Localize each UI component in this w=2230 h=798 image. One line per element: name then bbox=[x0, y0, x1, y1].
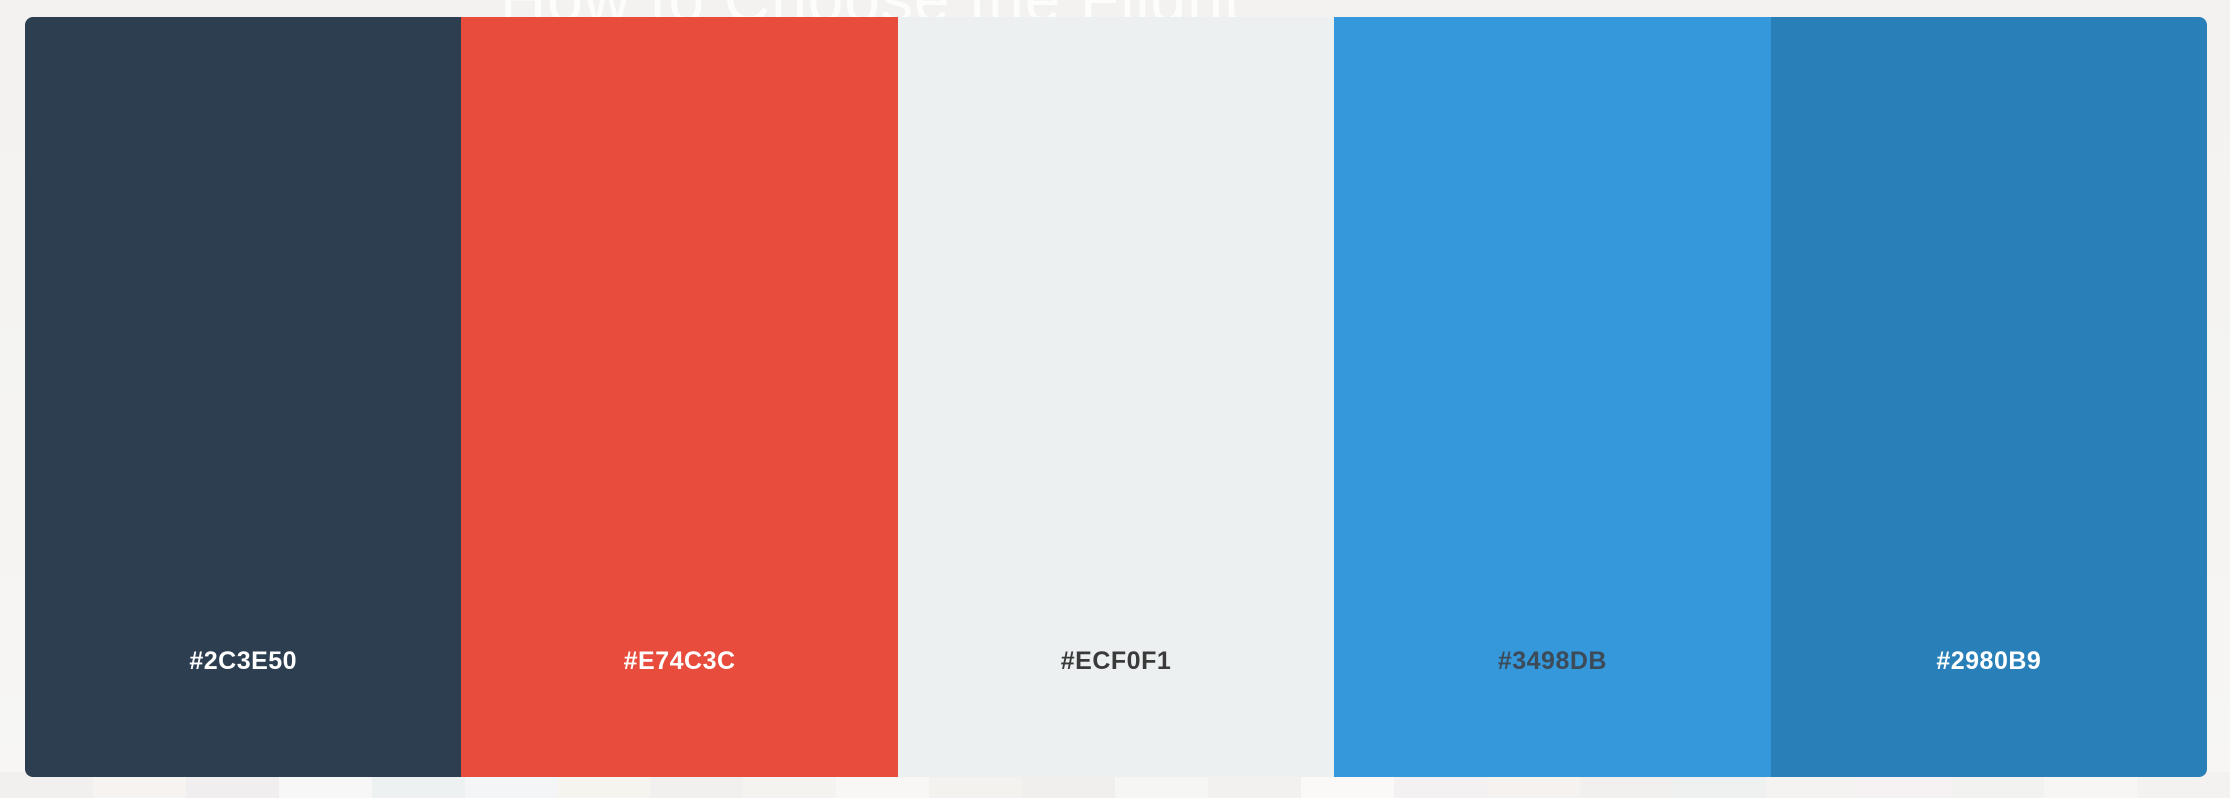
swatch-hex-label: #2980B9 bbox=[1936, 647, 2042, 675]
swatch-hex-label: #2C3E50 bbox=[189, 647, 298, 675]
page: How to Choose the Flight #2C3E50 #E74C3C bbox=[0, 0, 2230, 798]
swatch-hex-label: #E74C3C bbox=[623, 647, 736, 675]
swatch-hex-label: #ECF0F1 bbox=[1060, 647, 1172, 675]
swatch-ecf0f1[interactable]: #ECF0F1 bbox=[897, 17, 1335, 777]
swatch-e74c3c[interactable]: #E74C3C bbox=[461, 17, 898, 777]
swatch-3498db[interactable]: #3498DB bbox=[1334, 17, 1771, 777]
color-palette: #2C3E50 #E74C3C #ECF0F1 #3498DB #2980B9 bbox=[25, 17, 2207, 777]
swatch-2980b9[interactable]: #2980B9 bbox=[1770, 17, 2207, 777]
swatch-hex-label: #3498DB bbox=[1497, 647, 1607, 675]
swatch-2c3e50[interactable]: #2C3E50 bbox=[25, 17, 462, 777]
